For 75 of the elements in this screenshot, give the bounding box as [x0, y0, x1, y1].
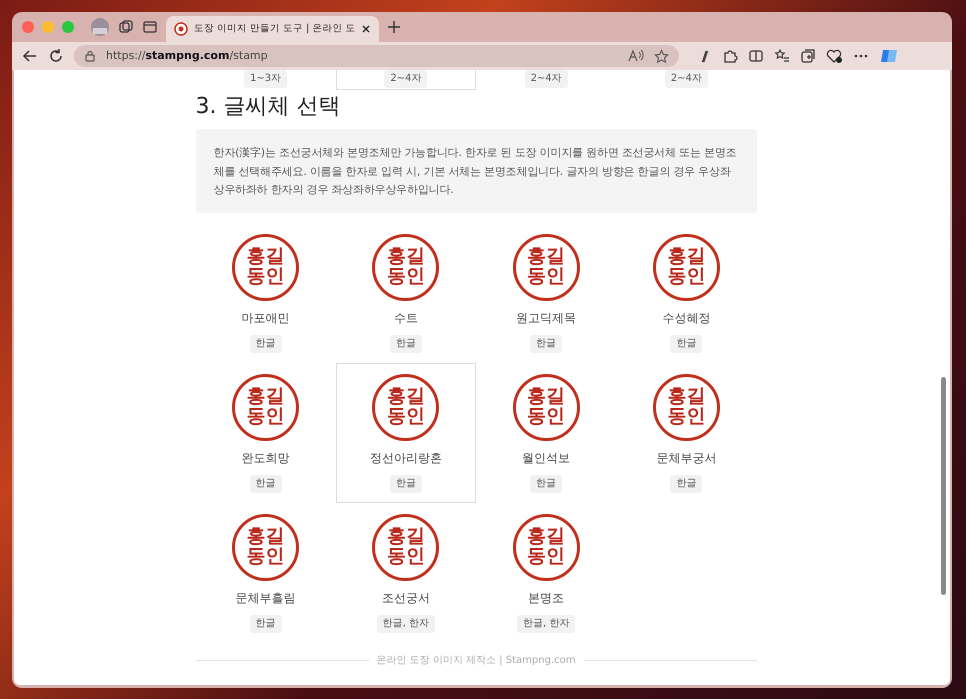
script-tag: 한글 — [530, 474, 562, 493]
font-card[interactable]: 홍길동인 마포애민 한글 — [196, 222, 336, 363]
font-card[interactable]: 홍길동인 월인석보 한글 — [476, 362, 616, 503]
script-tag: 한글, 한자 — [516, 614, 576, 633]
font-name: 월인석보 — [522, 450, 570, 467]
font-name: 문체부흘림 — [236, 590, 296, 607]
seal-text: 홍길동인 — [667, 247, 706, 288]
font-name: 수트 — [394, 310, 418, 327]
script-tag: 한글, 한자 — [376, 614, 436, 633]
font-card[interactable]: 홍길동인 수트 한글 — [336, 222, 476, 363]
seal-text: 홍길동인 — [527, 387, 566, 428]
seal-text: 홍길동인 — [386, 387, 425, 428]
seal-text: 홍길동인 — [667, 387, 706, 428]
seal-text: 홍길동인 — [386, 527, 425, 568]
font-card[interactable]: 홍길동인 조선궁서 한글, 한자 — [336, 502, 476, 643]
font-card[interactable]: 홍길동인 본명조 한글, 한자 — [476, 502, 616, 643]
font-card[interactable]: 홍길동인 원고딕제목 한글 — [476, 222, 616, 363]
seal-text: 홍길동인 — [246, 247, 285, 288]
script-tag: 한글 — [390, 474, 422, 493]
tab-title: 도장 이미지 만들기 도구 | 온라인 도 — [194, 22, 356, 36]
font-card[interactable]: 2~4자 — [336, 70, 476, 90]
footer-text: 온라인 도장 이미지 제작소 | Stampng.com — [376, 654, 576, 668]
new-tab-icon[interactable] — [387, 20, 402, 34]
seal-text: 홍길동인 — [527, 527, 566, 568]
read-aloud-icon[interactable] — [628, 49, 644, 63]
puzzle-icon[interactable] — [722, 48, 738, 64]
section-heading: 3. 글씨체 선택 — [196, 94, 342, 120]
font-card[interactable]: 2~4자 — [616, 70, 756, 90]
font-card[interactable]: 2~4자 — [476, 70, 616, 90]
seal-text: 홍길동인 — [527, 247, 566, 288]
font-card[interactable]: 홍길동인 수성혜정 한글 — [616, 222, 756, 363]
seal-text: 홍길동인 — [246, 527, 285, 568]
browser-tab[interactable]: 도장 이미지 만들기 도구 | 온라인 도 — [166, 16, 380, 42]
close-tab-icon[interactable] — [361, 24, 372, 34]
lock-icon — [84, 50, 96, 62]
font-name: 원고딕제목 — [516, 310, 576, 327]
length-tag: 2~4자 — [524, 70, 568, 88]
heart-pulse-icon[interactable] — [826, 48, 843, 64]
script-tag: 한글 — [530, 334, 562, 353]
notice-text: 한자(漢字)는 조선궁서체와 본명조체만 가능합니다. 한자로 된 도장 이미지를 원하면 조선궁서체 또는 본명조체를 선택해주세요. 이름을 한자로 입력 시, 기본 서체는 본명조체입니다. 글자의 방향은 한글의 경우 우상좌상우하좌하 한자의 경우 좌상좌하우상우하입니다. — [196, 129, 756, 213]
font-card[interactable]: 홍길동인 정선아리랑혼 한글 — [336, 362, 476, 503]
script-tag: 한글 — [250, 474, 282, 493]
reload-icon[interactable] — [48, 48, 64, 64]
workspaces-icon[interactable] — [118, 19, 134, 35]
script-tag: 한글 — [670, 474, 702, 493]
length-tag: 2~4자 — [664, 70, 708, 88]
script-tag: 한글 — [670, 334, 702, 353]
address-bar[interactable]: https://stampng.com/stamp — [74, 45, 679, 67]
font-card[interactable]: 1~3자 — [196, 70, 336, 90]
script-tag: 한글 — [250, 334, 282, 353]
favorites-list-icon[interactable] — [774, 48, 790, 64]
seal-text: 홍길동인 — [386, 247, 425, 288]
favorite-star-icon[interactable] — [654, 48, 669, 64]
font-card[interactable]: 홍길동인 문체부궁서 한글 — [616, 362, 756, 503]
back-icon[interactable] — [22, 48, 38, 64]
font-name: 본명조 — [528, 590, 564, 607]
url-text: https://stampng.com/stamp — [106, 48, 269, 64]
split-screen-icon[interactable] — [748, 48, 764, 64]
script-tag: 한글 — [390, 334, 422, 353]
font-name: 문체부궁서 — [656, 450, 716, 467]
length-tag: 2~4자 — [384, 70, 428, 88]
font-name: 마포애민 — [242, 310, 290, 327]
length-tag: 1~3자 — [244, 70, 288, 88]
font-card[interactable]: 홍길동인 문체부흘림 한글 — [196, 502, 336, 643]
tab-actions-icon[interactable] — [142, 19, 158, 35]
font-name: 조선궁서 — [382, 590, 430, 607]
font-name: 정선아리랑혼 — [370, 450, 442, 467]
font-card[interactable]: 홍길동인 완도희망 한글 — [196, 362, 336, 503]
collections-icon[interactable] — [800, 48, 816, 64]
font-name: 수성혜정 — [662, 310, 710, 327]
script-tag: 한글 — [250, 614, 282, 633]
seal-favicon-icon — [174, 22, 188, 36]
font-name: 완도희망 — [242, 450, 290, 467]
scrollbar-thumb[interactable] — [941, 377, 946, 595]
seal-text: 홍길동인 — [246, 387, 285, 428]
